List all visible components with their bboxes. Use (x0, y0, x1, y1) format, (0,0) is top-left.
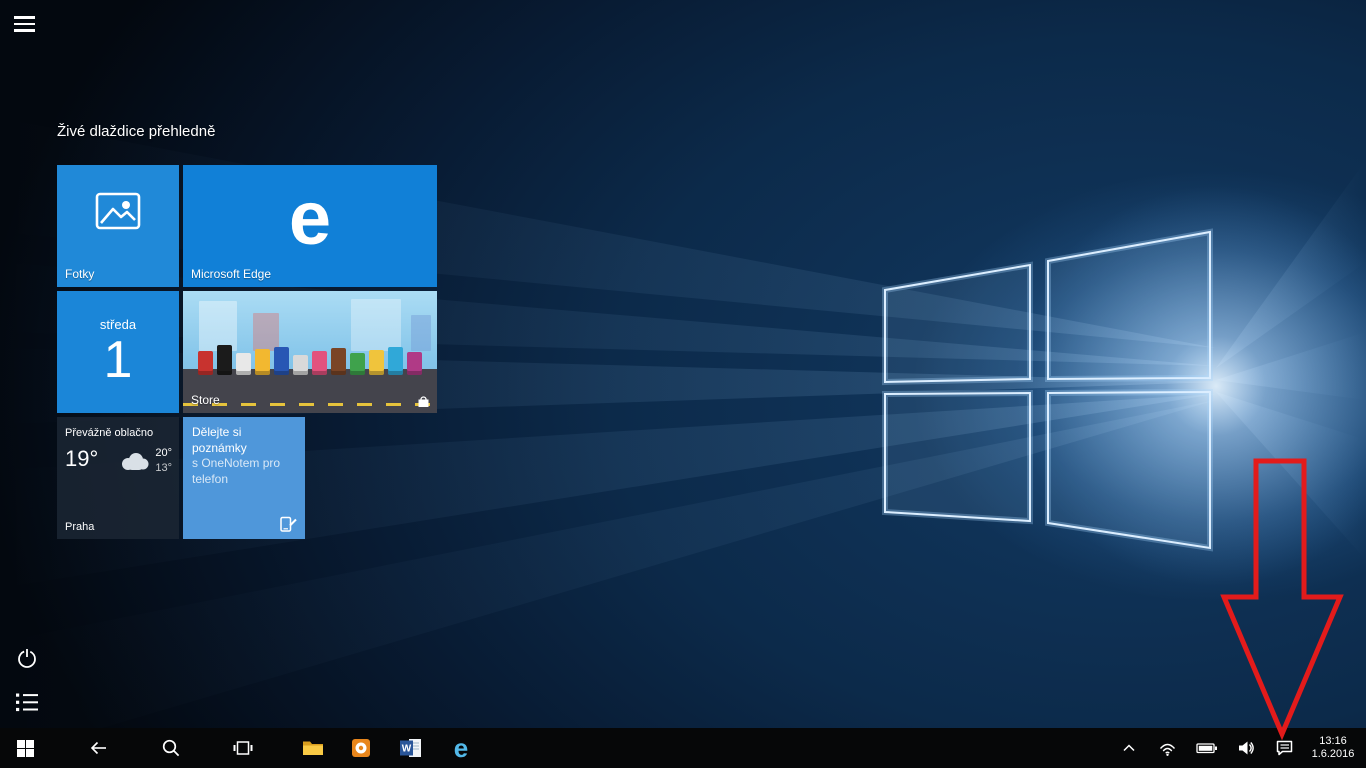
volume-button[interactable] (1226, 728, 1265, 768)
file-explorer-button[interactable] (291, 728, 335, 768)
task-view-icon (233, 738, 253, 758)
tile-photos-label: Fotky (65, 267, 94, 281)
tile-edge[interactable]: e Microsoft Edge (183, 165, 437, 287)
windows-logo-panes (885, 232, 1210, 548)
hamburger-icon (14, 16, 35, 19)
calendar-weekday: středa (57, 317, 179, 332)
word-letter: W (402, 744, 412, 755)
start-menu-button[interactable] (14, 12, 42, 36)
search-button[interactable] (149, 728, 193, 768)
store-road (183, 369, 437, 413)
weather-city: Praha (65, 521, 94, 533)
weather-condition: Převážně oblačno (65, 427, 153, 439)
store-road-line (183, 403, 437, 406)
store-character (255, 349, 270, 375)
battery-icon (1196, 740, 1218, 756)
clock-time: 13:16 (1319, 735, 1347, 748)
store-character (312, 351, 327, 375)
calendar-day: 1 (57, 332, 179, 389)
search-icon (161, 738, 181, 758)
power-icon (15, 646, 39, 670)
store-building (199, 301, 237, 351)
store-character (236, 353, 251, 375)
word-button[interactable]: W (389, 728, 433, 768)
tile-edge-label: Microsoft Edge (191, 267, 271, 281)
edge-icon: e (454, 735, 468, 761)
onenote-note-text: Dělejte si poznámky s OneNotem pro telef… (192, 425, 299, 487)
weather-low: 13° (155, 462, 172, 474)
tray-expand-button[interactable] (1109, 728, 1148, 768)
start-screen: Živé dlaždice přehledně Fotky e Microsof… (0, 0, 1366, 768)
clock-date: 1.6.2016 (1312, 748, 1355, 761)
store-character (331, 348, 346, 375)
word-icon: W (400, 738, 422, 758)
cloud-icon (119, 450, 151, 472)
media-app-button[interactable] (339, 728, 383, 768)
tile-onenote[interactable]: Dělejte si poznámky s OneNotem pro telef… (183, 417, 305, 539)
tile-store[interactable]: Store (183, 291, 437, 413)
hamburger-icon (14, 23, 35, 26)
back-icon (87, 738, 109, 758)
tile-store-label: Store (191, 393, 220, 407)
onenote-line3: telefon (192, 472, 299, 488)
annotation-arrow-shape (1224, 461, 1340, 734)
wifi-icon (1159, 741, 1176, 756)
task-view-button[interactable] (221, 728, 265, 768)
media-app-icon (351, 738, 371, 758)
weather-high: 20° (155, 447, 172, 459)
tile-weather[interactable]: Převážně oblačno 19° 20° 13° Praha (57, 417, 179, 539)
store-character (274, 347, 289, 375)
power-button[interactable] (14, 645, 40, 671)
start-button[interactable] (3, 728, 47, 768)
clock[interactable]: 13:16 1.6.2016 (1304, 728, 1366, 768)
folder-icon (302, 739, 324, 757)
chevron-up-icon (1121, 742, 1137, 754)
windows-logo-icon (17, 740, 34, 757)
weather-temperature: 19° (65, 446, 98, 472)
all-apps-icon (15, 692, 39, 713)
store-character (350, 353, 365, 375)
all-apps-button[interactable] (13, 690, 41, 714)
edge-taskbar-button[interactable]: e (439, 728, 483, 768)
tile-group-title: Živé dlaždice přehledně (57, 123, 215, 140)
phone-icon (279, 515, 298, 533)
store-character (293, 355, 308, 375)
battery-button[interactable] (1187, 728, 1226, 768)
action-center-button[interactable] (1265, 728, 1304, 768)
system-tray: 13:16 1.6.2016 (1109, 728, 1366, 768)
taskbar: W e (0, 728, 1366, 768)
tile-photos[interactable]: Fotky (57, 165, 179, 287)
onenote-line1: Dělejte si poznámky (192, 425, 299, 456)
store-character (388, 347, 403, 375)
store-tile-image (183, 291, 437, 413)
back-button[interactable] (76, 728, 120, 768)
shopping-bag-icon (417, 395, 430, 408)
store-character (217, 345, 232, 375)
onenote-line2: s OneNotem pro (192, 456, 299, 472)
action-center-icon (1275, 739, 1294, 757)
store-character (198, 351, 213, 375)
network-button[interactable] (1148, 728, 1187, 768)
edge-logo: e (183, 165, 437, 273)
store-character (369, 350, 384, 375)
store-characters (185, 345, 435, 375)
volume-icon (1237, 740, 1255, 756)
store-building (351, 299, 401, 351)
photo-icon (92, 185, 144, 237)
store-character (407, 352, 422, 375)
tile-calendar[interactable]: středa 1 (57, 291, 179, 413)
hamburger-icon (14, 29, 35, 32)
